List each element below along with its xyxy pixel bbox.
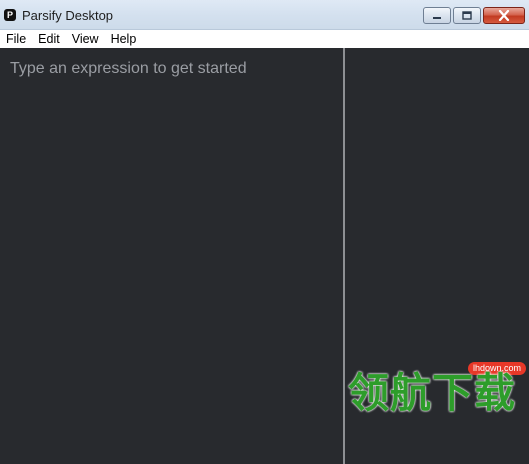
app-icon: P (4, 9, 16, 21)
menu-view[interactable]: View (66, 30, 105, 48)
close-icon (498, 10, 510, 21)
menu-help[interactable]: Help (105, 30, 143, 48)
title-bar[interactable]: P Parsify Desktop (0, 0, 529, 30)
minimize-button[interactable] (423, 7, 451, 24)
window-title: Parsify Desktop (22, 8, 114, 23)
window-controls (423, 7, 525, 24)
watermark: lhdown.com 领航下载 (348, 360, 528, 416)
menu-bar: File Edit View Help (0, 30, 529, 48)
menu-file[interactable]: File (0, 30, 32, 48)
menu-edit[interactable]: Edit (32, 30, 66, 48)
maximize-icon (462, 11, 472, 20)
app-icon-letter: P (6, 9, 13, 20)
close-button[interactable] (483, 7, 525, 24)
editor-placeholder: Type an expression to get started (10, 60, 247, 77)
minimize-icon (433, 16, 441, 19)
expression-editor[interactable]: Type an expression to get started (0, 48, 343, 464)
watermark-text: 领航下载 (348, 369, 516, 417)
maximize-button[interactable] (453, 7, 481, 24)
